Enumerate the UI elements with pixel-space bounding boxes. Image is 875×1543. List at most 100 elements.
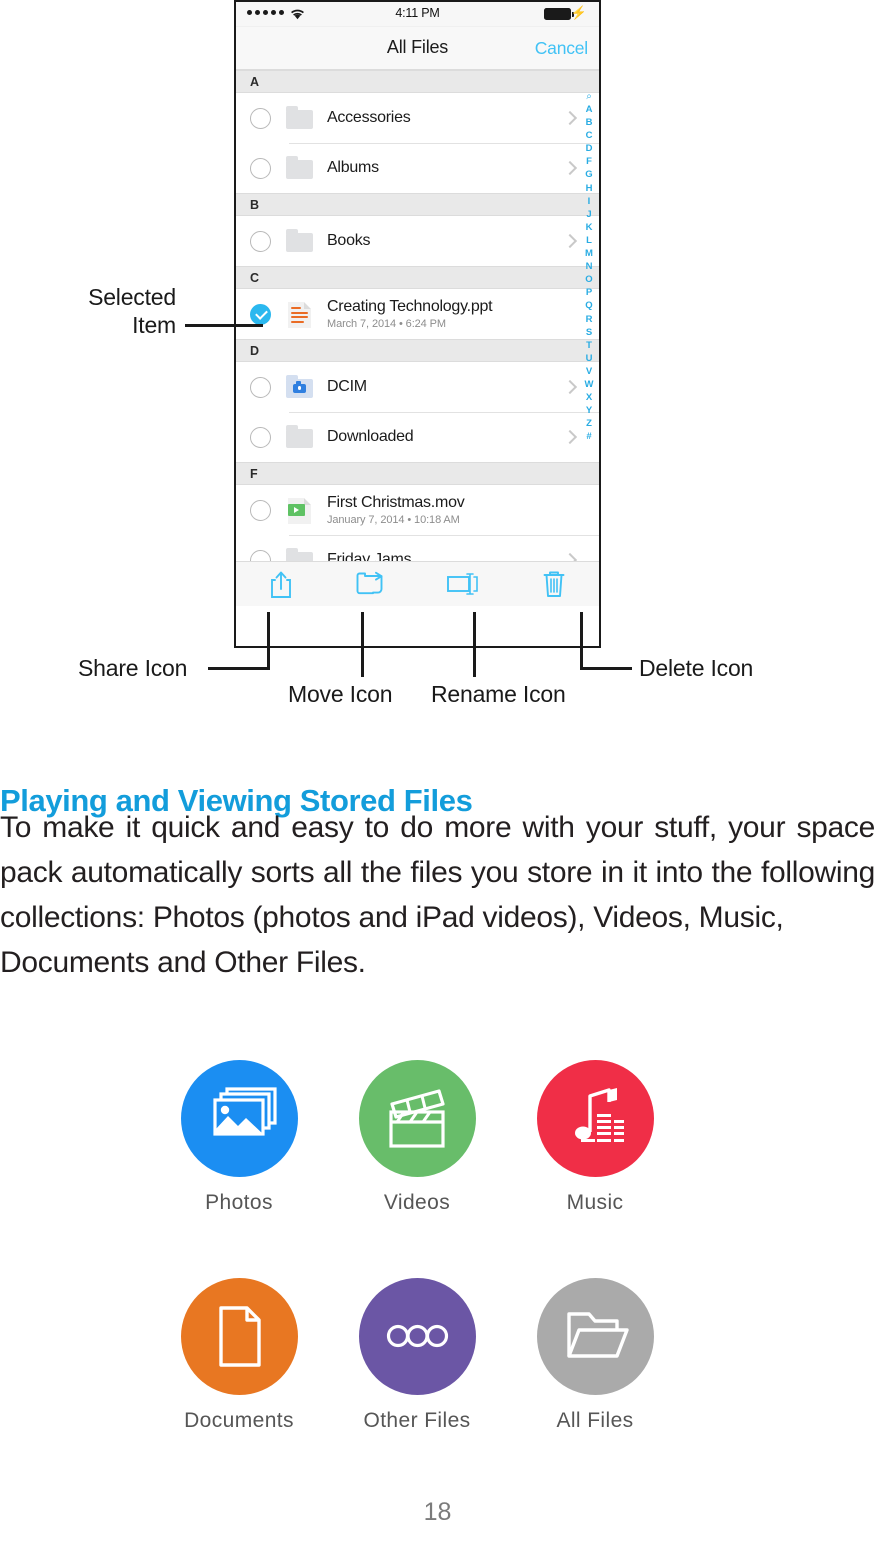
delete-button[interactable] (508, 562, 599, 606)
move-button[interactable] (327, 562, 418, 606)
select-checkbox[interactable] (250, 376, 271, 398)
index-letter[interactable]: B (586, 116, 593, 129)
collection-label: Videos (383, 1191, 451, 1214)
list-item[interactable]: First Christmas.mov January 7, 2014 • 10… (236, 485, 599, 535)
list-item-selected[interactable]: Creating Technology.ppt March 7, 2014 • … (236, 289, 599, 339)
list-item-text: Books (327, 232, 565, 250)
list-item[interactable]: DCIM (236, 362, 599, 412)
list-item[interactable]: Downloaded (236, 412, 599, 462)
leader-line-selected-item (185, 324, 263, 327)
list-item-name: Accessories (327, 109, 411, 127)
annotation-selected-item: Selected Item (66, 283, 176, 339)
share-button[interactable] (236, 562, 327, 606)
navigation-bar: All Files Cancel (236, 27, 599, 70)
select-checkbox[interactable] (250, 230, 271, 252)
index-letter[interactable]: C (586, 129, 593, 142)
action-toolbar (236, 561, 599, 606)
alphabet-index-scrubber[interactable]: ⌕ A B C D F G H I J K L M N O P Q R S T (581, 90, 597, 443)
body-paragraph-last-line: Documents and Other Files. (0, 946, 366, 979)
move-icon (356, 571, 383, 594)
collection-other-files[interactable]: Other Files (328, 1278, 506, 1433)
section-header: A (236, 70, 599, 93)
index-letter[interactable]: F (586, 155, 592, 168)
folder-icon (285, 423, 314, 452)
page-number: 18 (423, 1498, 452, 1526)
list-item-text: Downloaded (327, 428, 565, 446)
collection-label: Documents (184, 1409, 294, 1432)
select-checkbox-checked[interactable] (250, 303, 271, 325)
cancel-button[interactable]: Cancel (535, 38, 588, 59)
collection-label: Music (566, 1191, 624, 1214)
index-letter[interactable]: S (586, 326, 592, 339)
chevron-right-icon (562, 379, 578, 395)
index-letter[interactable]: P (586, 286, 592, 299)
index-letter[interactable]: W (585, 378, 594, 391)
clapperboard-icon[interactable] (358, 1060, 476, 1177)
collections-grid: Photos Videos Music Documents Other File… (150, 1060, 730, 1433)
list-item-name: First Christmas.mov (327, 493, 465, 511)
collection-documents[interactable]: Documents (150, 1278, 328, 1433)
file-list[interactable]: A Accessories Albums B Books C Creating … (236, 70, 599, 606)
collection-music[interactable]: Music (506, 1060, 684, 1215)
document-icon[interactable] (180, 1278, 298, 1395)
collection-videos[interactable]: Videos (328, 1060, 506, 1215)
chevron-right-icon (562, 110, 578, 126)
collection-photos[interactable]: Photos (150, 1060, 328, 1215)
index-letter[interactable]: G (585, 168, 592, 181)
music-note-icon[interactable] (536, 1060, 654, 1177)
list-item-meta: March 7, 2014 • 6:24 PM (327, 318, 446, 331)
select-checkbox[interactable] (250, 107, 271, 129)
collections-row-1: Photos Videos Music (150, 1060, 730, 1215)
leader-line-share-h (208, 667, 270, 670)
video-file-icon (285, 496, 314, 525)
index-letter[interactable]: X (586, 391, 592, 404)
index-letter[interactable]: H (586, 182, 593, 195)
select-checkbox[interactable] (250, 157, 271, 179)
index-letter[interactable]: D (586, 142, 593, 155)
rename-button[interactable] (418, 562, 509, 606)
index-letter[interactable]: V (586, 365, 592, 378)
select-checkbox[interactable] (250, 426, 271, 448)
list-item[interactable]: Accessories (236, 93, 599, 143)
index-letter[interactable]: I (588, 195, 591, 208)
ellipsis-icon[interactable] (358, 1278, 476, 1395)
powerpoint-file-icon (285, 300, 314, 329)
index-letter[interactable]: A (586, 103, 593, 116)
list-item-meta: January 7, 2014 • 10:18 AM (327, 514, 460, 527)
index-letter[interactable]: Q (585, 299, 592, 312)
list-item[interactable]: Books (236, 216, 599, 266)
annotation-share-icon: Share Icon (78, 655, 188, 681)
collection-all-files[interactable]: All Files (506, 1278, 684, 1433)
select-checkbox[interactable] (250, 499, 271, 521)
index-letter[interactable]: M (585, 247, 593, 260)
index-letter[interactable]: O (585, 273, 592, 286)
index-letter[interactable]: Y (586, 404, 592, 417)
list-item[interactable]: Albums (236, 143, 599, 193)
lightning-bolt-icon: ⚡ (570, 5, 587, 20)
search-icon[interactable]: ⌕ (586, 90, 592, 103)
photos-icon[interactable] (180, 1060, 298, 1177)
index-letter[interactable]: N (586, 260, 593, 273)
list-item-text: DCIM (327, 378, 565, 396)
index-letter[interactable]: U (586, 352, 593, 365)
section-header: F (236, 462, 599, 485)
index-letter[interactable]: J (586, 208, 591, 221)
leader-line-rename-v (473, 612, 476, 677)
index-letter[interactable]: Z (586, 417, 592, 430)
status-bar: 4:11 PM ⚡ (236, 2, 599, 27)
open-folder-icon[interactable] (536, 1278, 654, 1395)
list-item-text: Creating Technology.ppt March 7, 2014 • … (327, 298, 567, 331)
leader-line-share-v (267, 612, 270, 670)
index-letter[interactable]: R (586, 313, 593, 326)
index-letter[interactable]: L (586, 234, 592, 247)
index-letter[interactable]: T (586, 339, 592, 352)
leader-line-delete-v (580, 612, 583, 670)
folder-icon (285, 104, 314, 133)
camera-folder-icon (285, 373, 314, 402)
index-letter[interactable]: K (586, 221, 593, 234)
list-item-name: Downloaded (327, 428, 414, 446)
annotation-delete-icon: Delete Icon (639, 655, 754, 681)
index-letter[interactable]: # (586, 430, 591, 443)
folder-icon (285, 154, 314, 183)
collections-row-2: Documents Other Files All Files (150, 1278, 730, 1433)
